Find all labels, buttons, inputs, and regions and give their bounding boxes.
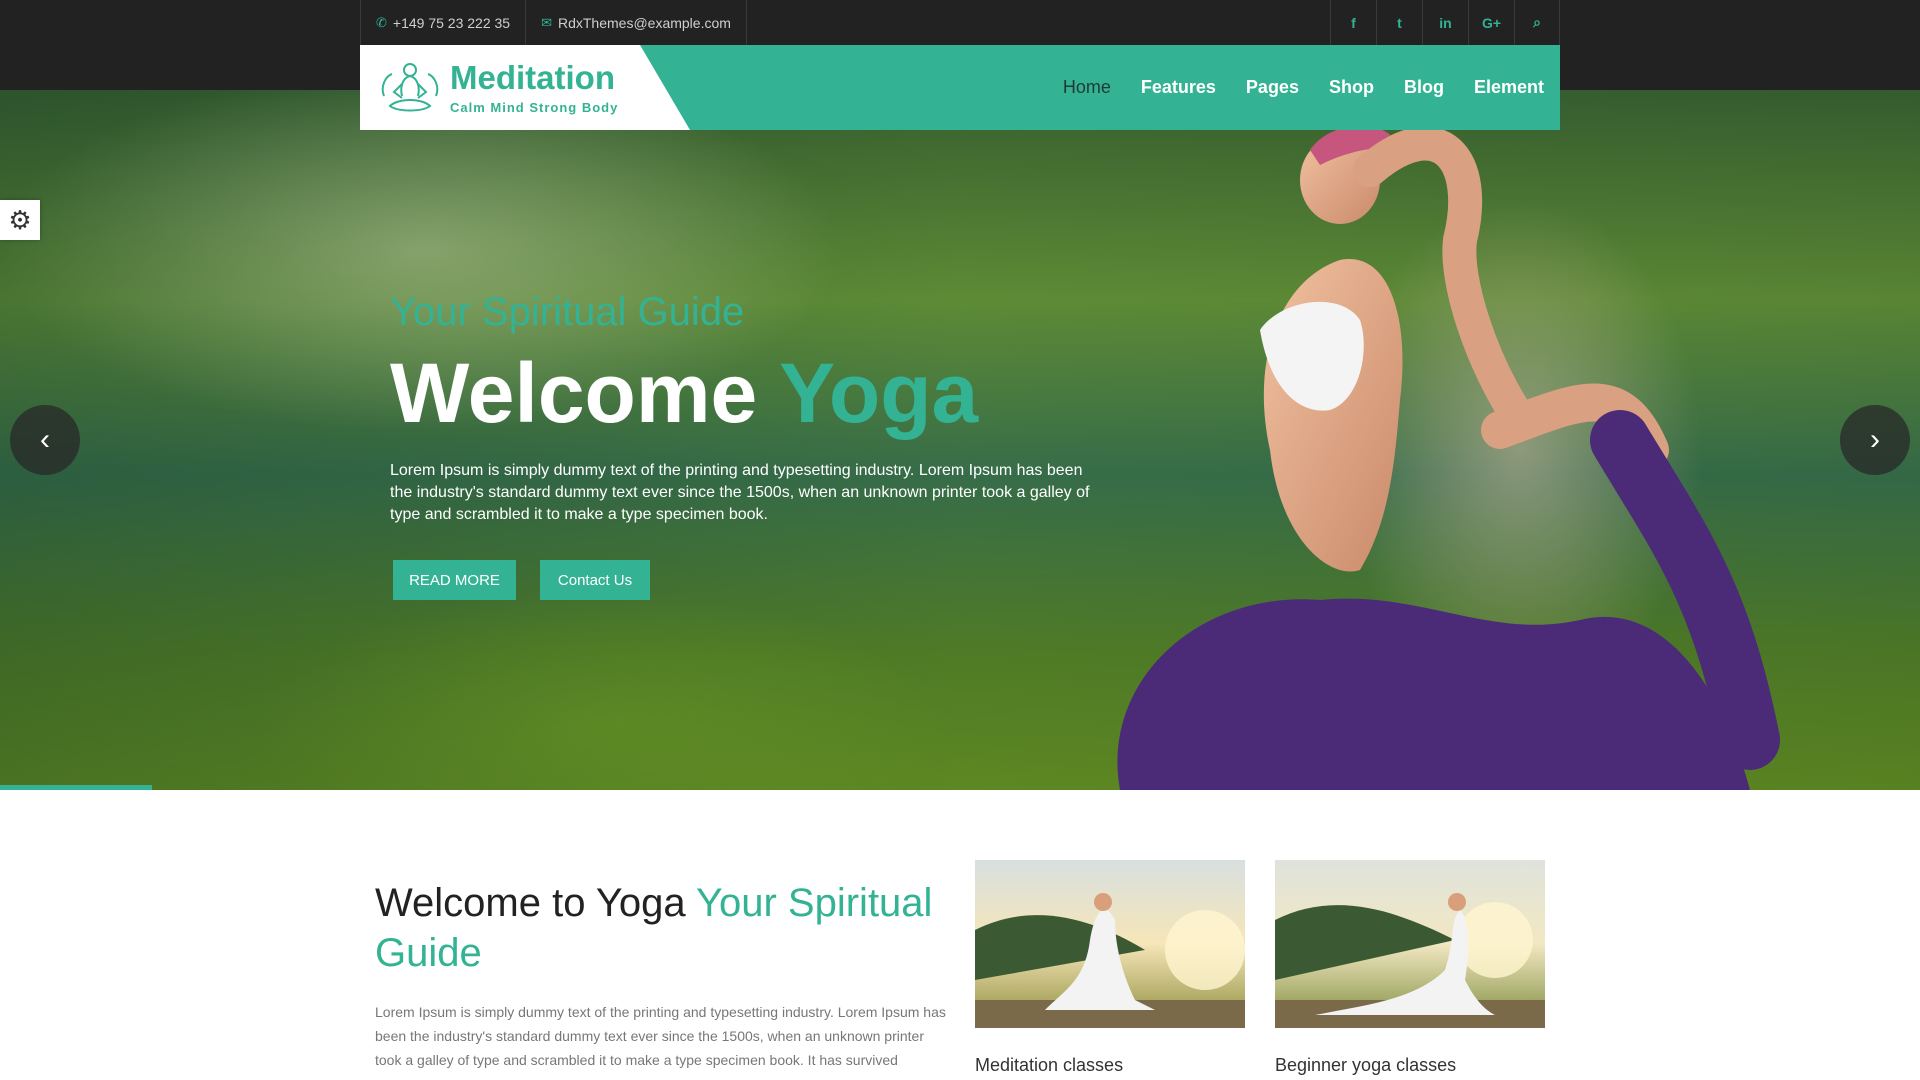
nav-shop[interactable]: Shop	[1329, 77, 1374, 98]
meditation-logo-icon	[381, 62, 439, 111]
nav-features[interactable]: Features	[1141, 77, 1216, 98]
about-description: Lorem Ipsum is simply dummy text of the …	[375, 1004, 946, 1068]
nav-home[interactable]: Home	[1063, 77, 1111, 98]
about-heading-main: Welcome to Yoga	[375, 881, 686, 925]
card-title[interactable]: Beginner yoga classes	[1275, 1055, 1545, 1076]
nav-element[interactable]: Element	[1474, 77, 1544, 98]
card-title[interactable]: Meditation classes	[975, 1055, 1245, 1076]
hero-title-accent: Yoga	[779, 346, 979, 440]
meditation-class-image	[975, 860, 1245, 1028]
top-bar-inner: ✆ +149 75 23 222 35 ✉ RdxThemes@example.…	[360, 0, 1560, 45]
phone-icon: ✆	[376, 14, 387, 30]
class-card[interactable]: Meditation classes	[975, 860, 1245, 1076]
facebook-icon[interactable]: f	[1330, 0, 1376, 45]
hero-slider: ⚙ Your Spiritual Guide Welcome Yoga Lore…	[0, 90, 1920, 790]
phone-number: +149 75 23 222 35	[392, 14, 511, 31]
settings-gear-icon[interactable]: ⚙	[0, 200, 40, 240]
envelope-icon: ✉	[541, 14, 552, 30]
slider-progress-bar	[0, 785, 152, 790]
twitter-icon[interactable]: t	[1376, 0, 1422, 45]
logo-title: Meditation	[450, 58, 615, 96]
linkedin-icon[interactable]: in	[1422, 0, 1468, 45]
social-links: f t in G+ ⌕	[1330, 0, 1560, 45]
email-contact[interactable]: ✉ RdxThemes@example.com	[526, 0, 747, 45]
nav-blog[interactable]: Blog	[1404, 77, 1444, 98]
search-icon[interactable]: ⌕	[1514, 0, 1560, 45]
yoga-woman-image	[1117, 125, 1780, 790]
contact-us-button[interactable]: Contact Us	[540, 560, 650, 600]
logo-text: Meditation Calm Mind Strong Body	[450, 61, 618, 115]
logo[interactable]: Meditation Calm Mind Strong Body	[360, 45, 690, 130]
hero-title: Welcome Yoga	[390, 345, 978, 442]
class-card[interactable]: Beginner yoga classes	[1275, 860, 1545, 1076]
main-header: Meditation Calm Mind Strong Body Home Fe…	[360, 45, 1560, 130]
hero-title-main: Welcome	[390, 346, 758, 440]
beginner-yoga-class-image	[1275, 860, 1545, 1028]
chevron-left-icon[interactable]: ‹	[10, 405, 80, 475]
chevron-right-icon[interactable]: ›	[1840, 405, 1910, 475]
email-address: RdxThemes@example.com	[557, 14, 731, 31]
nav-pages[interactable]: Pages	[1246, 77, 1299, 98]
about-heading: Welcome to Yoga Your Spiritual Guide	[375, 878, 955, 978]
hero-description: Lorem Ipsum is simply dummy text of the …	[390, 462, 1090, 523]
logo-tagline: Calm Mind Strong Body	[450, 99, 619, 115]
phone-contact[interactable]: ✆ +149 75 23 222 35	[360, 0, 527, 45]
main-nav: Home Features Pages Shop Blog Element	[1033, 45, 1544, 130]
read-more-button[interactable]: READ MORE	[393, 560, 516, 600]
hero-subtitle: Your Spiritual Guide	[390, 290, 745, 334]
google-plus-icon[interactable]: G+	[1468, 0, 1514, 45]
